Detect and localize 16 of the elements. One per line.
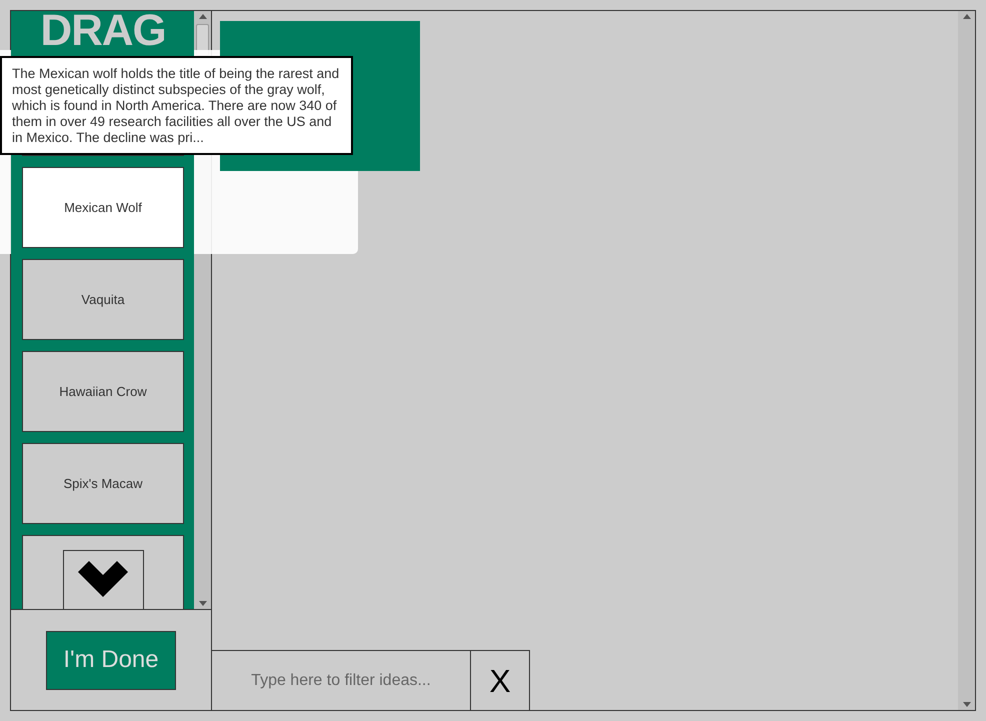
- scrollbar[interactable]: [958, 11, 975, 710]
- description-tooltip: The Mexican wolf holds the title of being the rarest and most genetically distinct subspecies of the gray wolf, which is found in North America. There are now 340 of them in over 49 research facilities all over the US and in Mexico. The decline was pri...: [0, 56, 353, 155]
- scroll-down-button[interactable]: [62, 550, 144, 609]
- scroll-down-arrow-icon[interactable]: [198, 601, 206, 606]
- clear-button[interactable]: X: [471, 650, 530, 710]
- idea-card[interactable]: Spix's Macaw: [22, 443, 184, 524]
- done-button[interactable]: I'm Done: [46, 630, 176, 690]
- scroll-up-arrow-icon[interactable]: [198, 14, 206, 19]
- chevron-down-icon: [78, 561, 128, 597]
- idea-card[interactable]: Hawaiian Crow: [22, 351, 184, 432]
- scroll-up-arrow-icon[interactable]: [962, 14, 970, 19]
- drag-title: DRAG: [40, 11, 166, 51]
- filter-input-field[interactable]: Type here to filter ideas...: [212, 650, 471, 710]
- scroll-down-arrow-icon[interactable]: [962, 702, 970, 707]
- idea-card[interactable]: Mexican Wolf: [22, 167, 184, 248]
- idea-card[interactable]: Vaquita: [22, 259, 184, 340]
